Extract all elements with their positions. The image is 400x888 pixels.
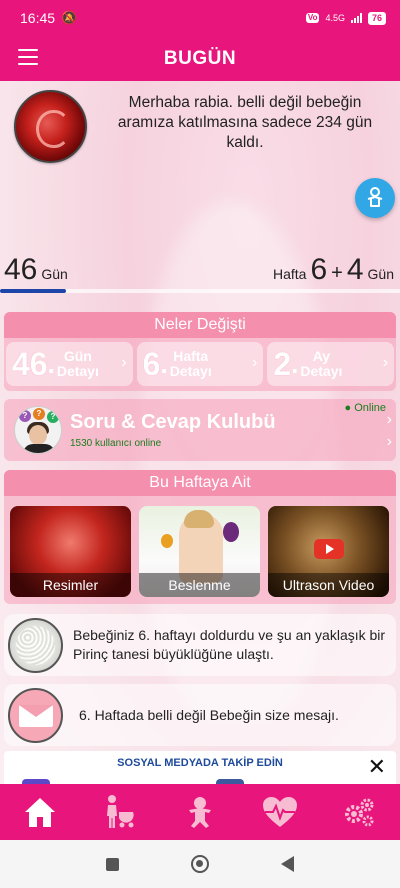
label-line1: Hafta xyxy=(173,348,209,364)
week-detail-button[interactable]: 6 . Hafta Detayı › xyxy=(136,342,264,386)
label-line1: Gün xyxy=(63,348,92,364)
label-line1: Ay xyxy=(312,348,331,364)
baby-size-text: Bebeğiniz 6. haftayı doldurdu ve şu an y… xyxy=(73,627,386,662)
baby-size-row[interactable]: Bebeğiniz 6. haftayı doldurdu ve şu an y… xyxy=(4,614,396,676)
chevron-right-icon: › xyxy=(382,354,389,371)
network-type: 4.5G xyxy=(325,13,345,23)
week-number: 6 xyxy=(142,345,161,382)
chevron-right-icon: › xyxy=(386,433,392,450)
month-detail-label: Ay Detayı xyxy=(300,349,342,379)
day-number: 46 xyxy=(12,345,48,382)
status-time: 16:45 xyxy=(20,10,56,26)
tile-caption: Beslenme xyxy=(139,573,260,597)
baby-message-row[interactable]: 6. Haftada belli değil Bebeğin size mesa… xyxy=(4,684,396,746)
club-avatar: ? ? ? xyxy=(14,406,62,454)
extra-days-value: 4 xyxy=(346,253,364,286)
nav-health[interactable] xyxy=(255,787,305,837)
rice-grain-image xyxy=(8,617,63,673)
week-counter: Hafta 6 + 4 Gün xyxy=(273,253,394,287)
bell-muted-icon: 🔕 xyxy=(61,10,78,25)
page-title: BUGÜN xyxy=(163,47,237,69)
baby-message-text: 6. Haftada belli değil Bebeğin size mesa… xyxy=(79,706,339,723)
week-label: Hafta xyxy=(273,266,307,282)
baby-icon xyxy=(367,187,383,207)
signal-icon xyxy=(350,13,362,23)
changes-card: Neler Değişti 46 . Gün Detayı › 6 . Hafta… xyxy=(4,312,396,391)
recent-apps-icon[interactable] xyxy=(106,857,119,871)
close-icon[interactable]: ✕ xyxy=(368,754,386,780)
this-week-title: Bu Haftaya Ait xyxy=(4,470,396,496)
week-value: 6 xyxy=(310,253,328,286)
chevron-right-icon: › xyxy=(252,354,258,371)
system-navigation xyxy=(0,840,400,888)
status-icons: Vo 4.5G 76 xyxy=(305,11,386,25)
nav-home[interactable] xyxy=(15,787,65,837)
pregnancy-progress-bar xyxy=(0,289,400,293)
plus-sign: + xyxy=(331,262,343,284)
back-icon[interactable] xyxy=(281,856,294,872)
embryo-image[interactable] xyxy=(14,90,87,163)
days-unit: Gün xyxy=(41,266,68,282)
days-value: 46 xyxy=(4,253,38,286)
month-detail-button[interactable]: 2 . Ay Detayı › xyxy=(267,342,395,386)
club-online-count: 1530 kullanıcı online xyxy=(70,438,162,449)
mother-stroller-icon xyxy=(107,795,134,828)
dot: . xyxy=(291,348,299,379)
tile-caption: Resimler xyxy=(10,573,131,597)
dot: . xyxy=(160,348,168,379)
app-bar: BUGÜN xyxy=(0,36,400,81)
gears-icon xyxy=(345,798,374,827)
dot: . xyxy=(47,348,55,379)
battery-icon: 76 xyxy=(367,11,386,25)
changes-title: Neler Değişti xyxy=(4,312,396,338)
home-icon xyxy=(25,798,55,827)
pictures-tile[interactable]: Resimler xyxy=(10,506,131,597)
online-status: ● Online xyxy=(344,402,387,414)
social-media-banner: SOSYAL MEDYADA TAKİP EDİN ✕ xyxy=(4,751,396,784)
label-line2: Detayı xyxy=(169,363,212,379)
chevron-right-icon: › xyxy=(121,354,127,371)
baby-fab-button[interactable] xyxy=(355,178,395,218)
label-line2: Detayı xyxy=(56,363,99,379)
menu-icon[interactable] xyxy=(18,49,38,65)
label-line2: Detayı xyxy=(300,363,343,379)
home-circle-icon[interactable] xyxy=(191,855,209,873)
nav-mother[interactable] xyxy=(95,787,145,837)
month-number: 2 xyxy=(273,345,292,382)
heart-pulse-icon xyxy=(263,797,297,827)
chevron-right-icon: › xyxy=(386,411,392,428)
status-bar: 16:45 🔕 Vo 4.5G 76 xyxy=(0,0,400,36)
nav-baby[interactable] xyxy=(175,787,225,837)
this-week-card: Bu Haftaya Ait Resimler Beslenme Ultraso… xyxy=(4,470,396,604)
bottom-navigation xyxy=(0,784,400,840)
baby-icon xyxy=(189,797,211,828)
main-content[interactable]: Merhaba rabia. belli değil bebeğin aramı… xyxy=(0,81,400,784)
week-detail-label: Hafta Detayı xyxy=(170,349,212,379)
ultrasound-video-tile[interactable]: Ultrason Video xyxy=(268,506,389,597)
club-title: Soru & Cevap Kulubü xyxy=(70,411,276,433)
extra-days-unit: Gün xyxy=(367,266,394,282)
play-icon xyxy=(314,539,344,559)
qa-club-card[interactable]: ? ? ? Soru & Cevap Kulubü 1530 kullanıcı… xyxy=(4,399,396,461)
days-counter: 46 Gün xyxy=(4,253,68,287)
volte-icon: Vo xyxy=(305,13,320,23)
day-detail-button[interactable]: 46 . Gün Detayı › xyxy=(6,342,133,386)
greeting-text: Merhaba rabia. belli değil bebeğin aramı… xyxy=(117,94,373,151)
nutrition-tile[interactable]: Beslenme xyxy=(139,506,260,597)
social-title: SOSYAL MEDYADA TAKİP EDİN xyxy=(117,757,283,769)
envelope-icon xyxy=(8,687,63,743)
nav-settings[interactable] xyxy=(335,787,385,837)
progress-fill xyxy=(0,289,66,293)
day-detail-label: Gün Detayı xyxy=(57,349,99,379)
tile-caption: Ultrason Video xyxy=(268,573,389,597)
